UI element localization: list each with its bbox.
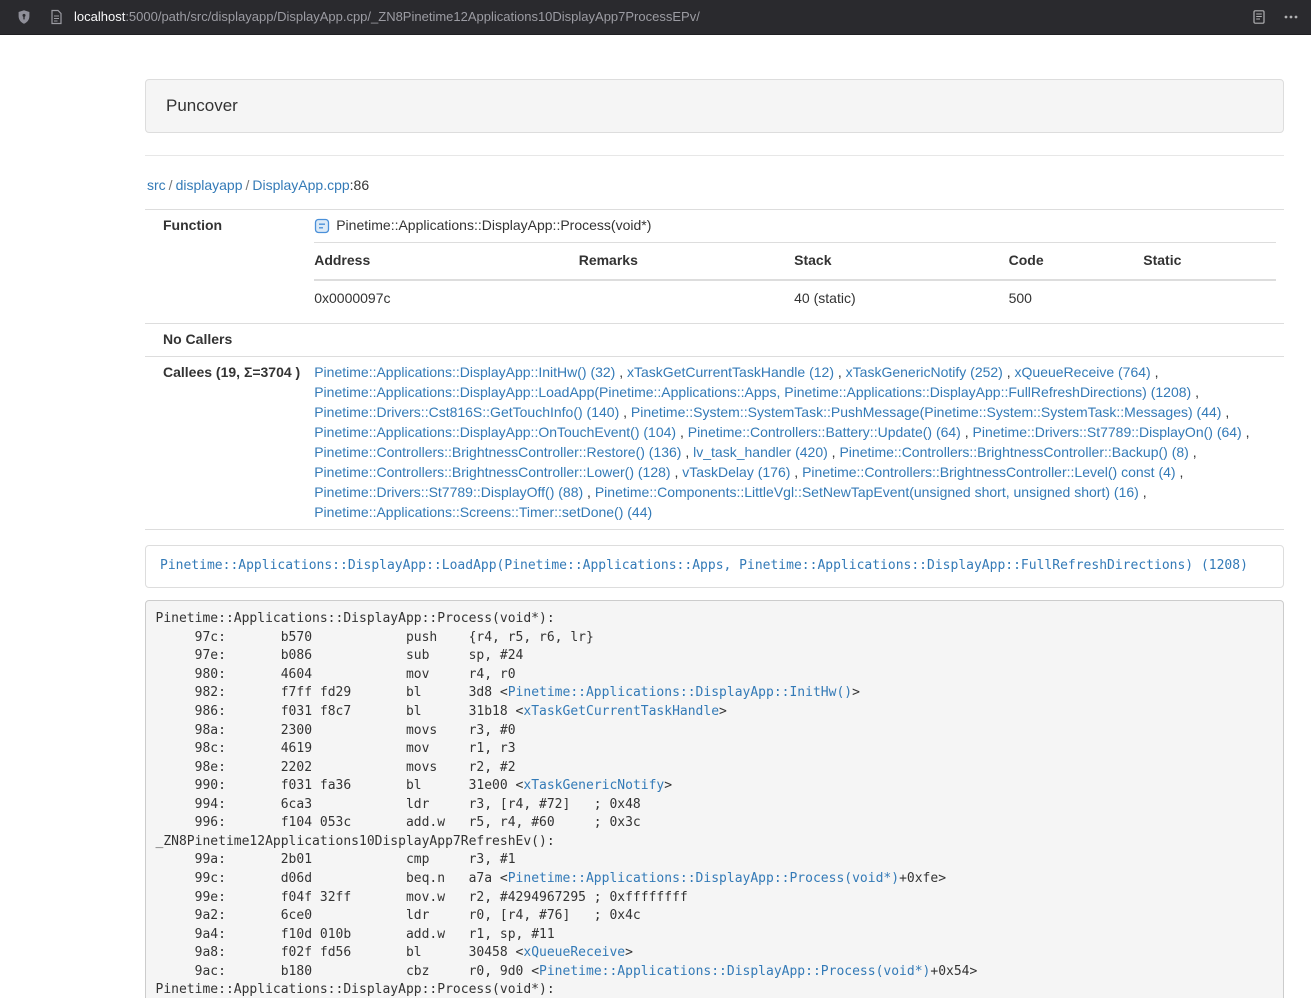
url-path: :5000/path/src/displayapp/DisplayApp.cpp… [125, 9, 700, 24]
function-row: Function Pinetime::Applications::Display… [145, 210, 1284, 324]
callees-header: Callees (19, Σ=3704 ) [145, 357, 308, 530]
callee-separator: , [1139, 484, 1147, 500]
callee-separator: , [1189, 444, 1197, 460]
url-bar[interactable]: localhost:5000/path/src/displayapp/Displ… [74, 8, 700, 27]
col-header-stack: Stack [794, 243, 1008, 280]
callee-link[interactable]: Pinetime::Drivers::St7789::DisplayOff() … [314, 484, 583, 500]
callee-separator: , [1191, 384, 1199, 400]
callee-link[interactable]: vTaskDelay (176) [682, 464, 790, 480]
page-content: Puncover src/displayapp/DisplayApp.cpp:8… [145, 79, 1284, 998]
disassembly-pre: Pinetime::Applications::DisplayApp::Proc… [145, 600, 1284, 998]
callee-link[interactable]: Pinetime::Drivers::St7789::DisplayOn() (… [973, 424, 1242, 440]
reader-mode-icon[interactable] [1251, 9, 1267, 25]
callee-separator: , [615, 364, 627, 380]
callee-link[interactable]: xTaskGenericNotify (252) [846, 364, 1003, 380]
cell-remarks [579, 280, 794, 317]
no-callers-row: No Callers [145, 324, 1284, 357]
callee-link[interactable]: Pinetime::Applications::DisplayApp::Init… [314, 364, 615, 380]
breadcrumb-link-file[interactable]: DisplayApp.cpp [252, 177, 349, 193]
col-header-code: Code [1009, 243, 1144, 280]
callee-link[interactable]: xQueueReceive (764) [1015, 364, 1151, 380]
function-details-table: Address Remarks Stack Code Static 0x0000… [314, 242, 1276, 317]
callees-row: Callees (19, Σ=3704 ) Pinetime::Applicat… [145, 357, 1284, 530]
callee-link[interactable]: Pinetime::Components::LittleVgl::SetNewT… [595, 484, 1139, 500]
details-header-row: Address Remarks Stack Code Static [314, 243, 1276, 280]
callee-link[interactable]: xTaskGetCurrentTaskHandle (12) [627, 364, 834, 380]
callee-separator: , [681, 444, 693, 460]
callee-link[interactable]: Pinetime::Applications::DisplayApp::OnTo… [314, 424, 676, 440]
page-info-icon[interactable] [48, 9, 64, 25]
browser-toolbar: localhost:5000/path/src/displayapp/Displ… [0, 0, 1311, 35]
callee-link[interactable]: Pinetime::Applications::Screens::Timer::… [314, 504, 652, 520]
callee-separator: , [619, 404, 631, 420]
shield-icon[interactable] [16, 9, 32, 25]
selected-symbol-panel: Pinetime::Applications::DisplayApp::Load… [145, 545, 1284, 588]
breadcrumb: src/displayapp/DisplayApp.cpp:86 [147, 176, 1282, 196]
cell-static [1143, 280, 1276, 317]
function-icon [314, 218, 330, 234]
callees-list: Pinetime::Applications::DisplayApp::Init… [314, 364, 1249, 520]
callee-link[interactable]: Pinetime::Controllers::BrightnessControl… [802, 464, 1175, 480]
cell-address: 0x0000097c [314, 280, 578, 317]
cell-code: 500 [1009, 280, 1144, 317]
breadcrumb-link-displayapp[interactable]: displayapp [176, 177, 243, 193]
breadcrumb-separator: / [166, 177, 176, 193]
callee-separator: , [671, 464, 683, 480]
callee-separator: , [961, 424, 973, 440]
callee-separator: , [1221, 404, 1229, 420]
function-title: Pinetime::Applications::DisplayApp::Proc… [314, 216, 1276, 236]
callee-link[interactable]: Pinetime::Drivers::Cst816S::GetTouchInfo… [314, 404, 619, 420]
callee-separator: , [583, 484, 595, 500]
breadcrumb-separator: / [243, 177, 253, 193]
callee-separator: , [790, 464, 802, 480]
callee-separator: , [1151, 364, 1159, 380]
callee-link[interactable]: Pinetime::Applications::DisplayApp::Load… [314, 384, 1191, 400]
menu-icon[interactable] [1283, 9, 1299, 25]
disassembly-symbol-link[interactable]: xTaskGenericNotify [523, 778, 664, 793]
callee-separator: , [1003, 364, 1015, 380]
url-host: localhost [74, 9, 125, 24]
function-row-header: Function [145, 210, 308, 324]
divider [145, 155, 1284, 156]
callee-link[interactable]: lv_task_handler (420) [693, 444, 828, 460]
details-value-row: 0x0000097c 40 (static) 500 [314, 280, 1276, 317]
no-callers-header: No Callers [145, 324, 308, 357]
disassembly-symbol-link[interactable]: Pinetime::Applications::DisplayApp::Proc… [508, 871, 899, 886]
cell-stack: 40 (static) [794, 280, 1008, 317]
callee-separator: , [1242, 424, 1250, 440]
col-header-static: Static [1143, 243, 1276, 280]
symbol-panel-link[interactable]: Pinetime::Applications::DisplayApp::Load… [160, 558, 1248, 573]
callee-link[interactable]: Pinetime::System::SystemTask::PushMessag… [631, 404, 1222, 420]
callee-link[interactable]: Pinetime::Controllers::BrightnessControl… [314, 444, 681, 460]
breadcrumb-line-number: :86 [350, 177, 369, 193]
callee-link[interactable]: Pinetime::Controllers::BrightnessControl… [839, 444, 1188, 460]
col-header-remarks: Remarks [579, 243, 794, 280]
page-title: Puncover [166, 96, 238, 115]
app-title-panel: Puncover [145, 79, 1284, 133]
callee-link[interactable]: Pinetime::Controllers::Battery::Update()… [688, 424, 961, 440]
disassembly-symbol-link[interactable]: Pinetime::Applications::DisplayApp::Init… [508, 685, 852, 700]
disassembly-symbol-link[interactable]: xTaskGetCurrentTaskHandle [523, 704, 719, 719]
function-name: Pinetime::Applications::DisplayApp::Proc… [336, 216, 651, 236]
callee-separator: , [676, 424, 688, 440]
callee-separator: , [834, 364, 846, 380]
callee-link[interactable]: Pinetime::Controllers::BrightnessControl… [314, 464, 670, 480]
callee-separator: , [1176, 464, 1184, 480]
breadcrumb-link-src[interactable]: src [147, 177, 166, 193]
col-header-address: Address [314, 243, 578, 280]
disassembly-symbol-link[interactable]: xQueueReceive [523, 945, 625, 960]
disassembly-symbol-link[interactable]: Pinetime::Applications::DisplayApp::Proc… [539, 964, 930, 979]
function-table: Function Pinetime::Applications::Display… [145, 209, 1284, 530]
callee-separator: , [828, 444, 840, 460]
